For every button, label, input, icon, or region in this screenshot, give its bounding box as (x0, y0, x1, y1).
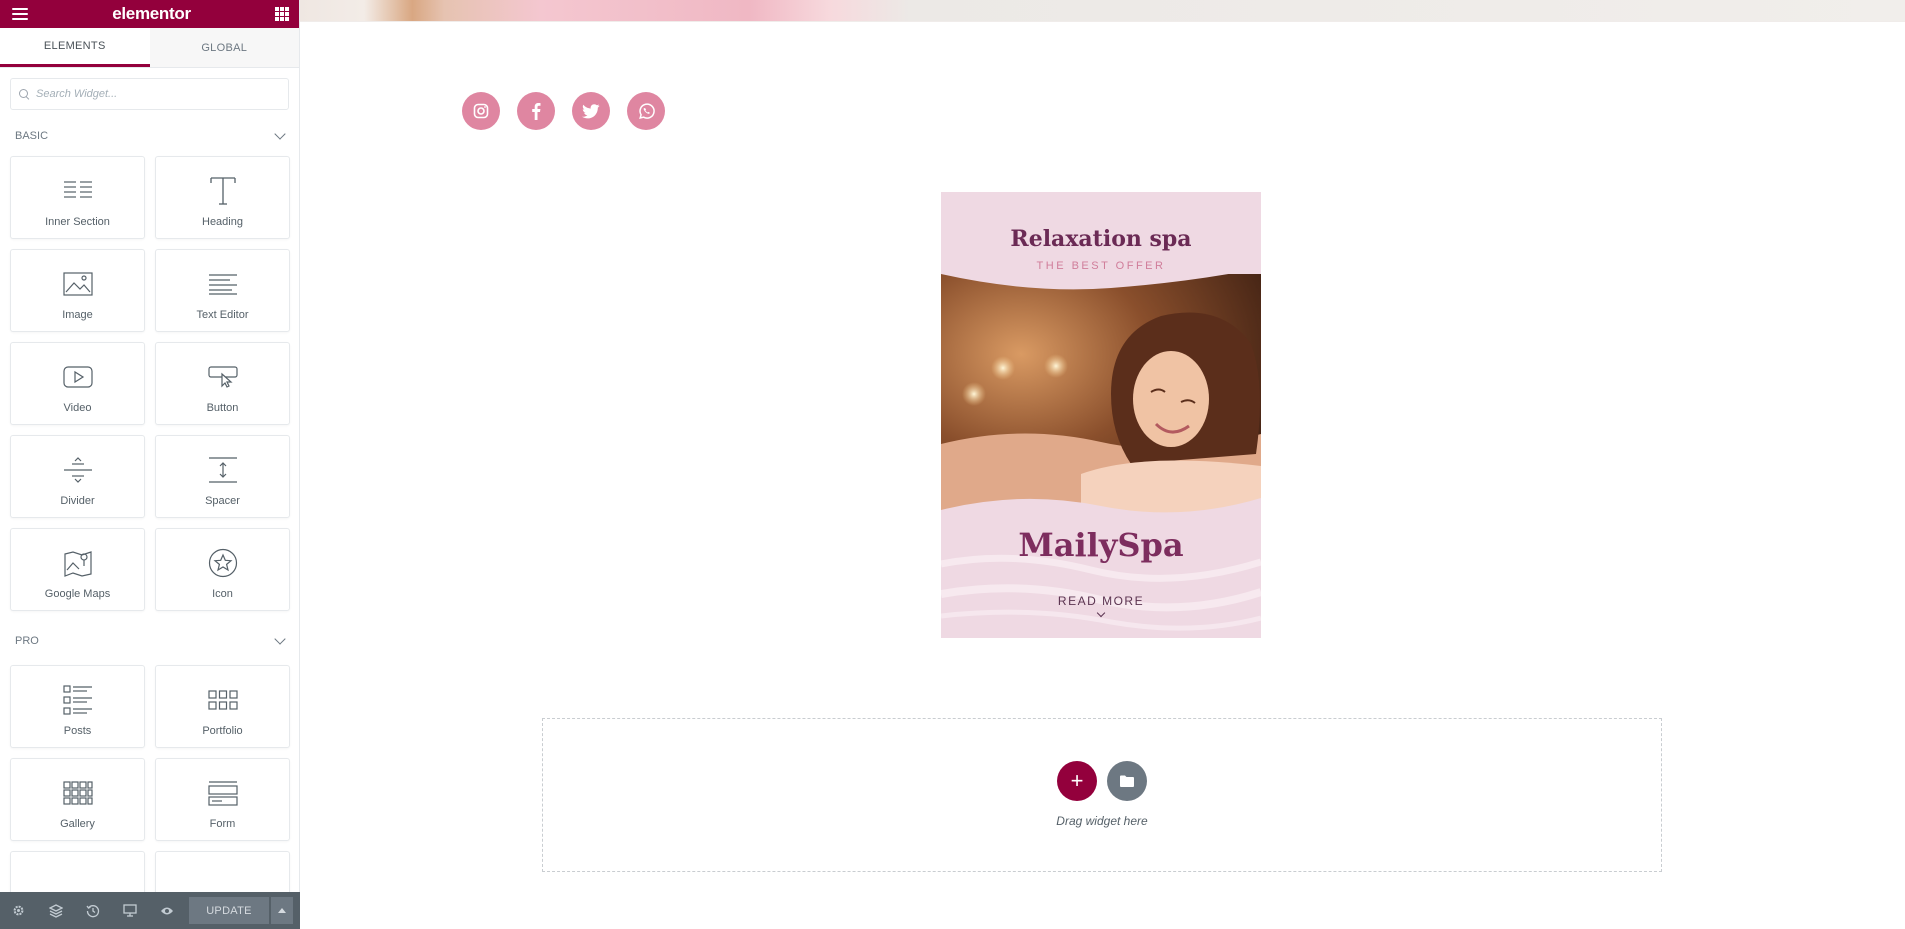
widget-label: Image (62, 308, 93, 321)
gallery-icon (61, 776, 95, 810)
search-icon (19, 89, 29, 99)
search-widget-input[interactable] (36, 88, 276, 100)
layers-icon (48, 903, 63, 918)
text-editor-icon (206, 267, 240, 301)
widget-label: Heading (202, 215, 243, 228)
widget-label: Posts (63, 724, 92, 737)
widget-label: Button (206, 401, 239, 414)
inner-section-icon (61, 174, 95, 208)
widget-label: Text Editor (196, 308, 249, 321)
widget-label: Divider (60, 494, 95, 507)
widget-posts[interactable]: Posts (10, 665, 145, 748)
card-title: Relaxation spa (1010, 226, 1192, 252)
button-icon (206, 360, 240, 394)
update-button[interactable]: UPDATE (189, 897, 269, 924)
whatsapp-icon[interactable] (627, 92, 665, 130)
tab-elements[interactable]: ELEMENTS (0, 28, 150, 67)
widget-divider[interactable]: Divider (10, 435, 145, 518)
panel-tabs: ELEMENTS GLOBAL (0, 28, 299, 68)
widget-label: Inner Section (45, 215, 110, 228)
twitter-icon[interactable] (572, 92, 610, 130)
widget-text-editor[interactable]: Text Editor (155, 249, 290, 332)
category-pro-label: PRO (15, 635, 39, 647)
heading-icon (206, 174, 240, 208)
panel-footer: UPDATE (0, 892, 300, 929)
preview-button[interactable] (148, 892, 185, 929)
instagram-icon[interactable] (462, 92, 500, 130)
card-subtitle: THE BEST OFFER (1036, 260, 1166, 272)
add-section-dropzone: + Drag widget here (542, 718, 1662, 872)
history-button[interactable] (74, 892, 111, 929)
preview-canvas: Relaxation spa THE BEST OFFER MailySpa R… (300, 0, 1905, 929)
hero-image-strip (300, 0, 1905, 22)
widget-label: Spacer (205, 494, 240, 507)
portfolio-icon (206, 683, 240, 717)
spa-photo (941, 274, 1261, 514)
widget-spacer[interactable]: Spacer (155, 435, 290, 518)
widget-gallery[interactable]: Gallery (10, 758, 145, 841)
add-template-button[interactable] (1107, 761, 1147, 801)
spa-promo-card: Relaxation spa THE BEST OFFER MailySpa R… (941, 192, 1261, 638)
widget-image[interactable]: Image (10, 249, 145, 332)
add-section-button[interactable]: + (1057, 761, 1097, 801)
facebook-icon[interactable] (517, 92, 555, 130)
elementor-logo: elementor (112, 4, 191, 23)
folder-icon (1120, 775, 1134, 787)
dropzone-buttons: + (1057, 761, 1147, 801)
widget-form[interactable]: Form (155, 758, 290, 841)
save-options-button[interactable] (271, 897, 293, 924)
category-basic[interactable]: BASIC (0, 116, 299, 156)
settings-button[interactable] (0, 892, 37, 929)
widget-label: Portfolio (202, 724, 243, 737)
chevron-down-icon (274, 633, 286, 645)
eye-icon (160, 907, 173, 914)
widget-label: Video (63, 401, 92, 414)
widgets-grid-icon[interactable] (275, 7, 289, 21)
video-icon (61, 360, 95, 394)
widget-icon[interactable]: Icon (155, 528, 290, 611)
panel-header: elementor (0, 0, 299, 28)
image-icon (61, 267, 95, 301)
chevron-down-icon (274, 128, 286, 140)
widget-label: Form (209, 817, 236, 830)
gear-icon (13, 905, 24, 916)
basic-widgets-grid: Inner Section Heading Image Text Editor … (0, 156, 299, 611)
category-basic-label: BASIC (15, 130, 49, 142)
navigator-button[interactable] (37, 892, 74, 929)
widget-button[interactable]: Button (155, 342, 290, 425)
desktop-icon (122, 904, 137, 917)
menu-icon[interactable] (12, 8, 28, 20)
widget-inner-section[interactable]: Inner Section (10, 156, 145, 239)
card-brand: MailySpa (1018, 526, 1184, 564)
history-icon (85, 904, 99, 917)
widget-heading[interactable]: Heading (155, 156, 290, 239)
google-maps-icon (61, 546, 95, 580)
dropzone-hint: Drag widget here (1056, 814, 1148, 828)
divider-icon (61, 453, 95, 487)
posts-icon (61, 683, 95, 717)
responsive-mode-button[interactable] (111, 892, 148, 929)
star-icon (206, 546, 240, 580)
widget-portfolio[interactable]: Portfolio (155, 665, 290, 748)
widget-label: Gallery (60, 817, 95, 830)
pro-widgets-grid: Posts Portfolio Gallery Form (0, 665, 299, 929)
widget-label: Google Maps (44, 587, 111, 600)
widget-video[interactable]: Video (10, 342, 145, 425)
tab-global[interactable]: GLOBAL (149, 28, 299, 67)
spacer-icon (206, 453, 240, 487)
widget-label: Icon (212, 587, 233, 600)
social-icons (462, 92, 665, 130)
read-more-link[interactable]: READ MORE (941, 594, 1261, 608)
form-icon (206, 776, 240, 810)
widget-google-maps[interactable]: Google Maps (10, 528, 145, 611)
category-pro[interactable]: PRO (0, 621, 299, 661)
elements-panel: elementor ELEMENTS GLOBAL BASIC (0, 0, 300, 929)
elementor-editor: elementor ELEMENTS GLOBAL BASIC (0, 0, 1905, 929)
search-box (10, 78, 289, 110)
